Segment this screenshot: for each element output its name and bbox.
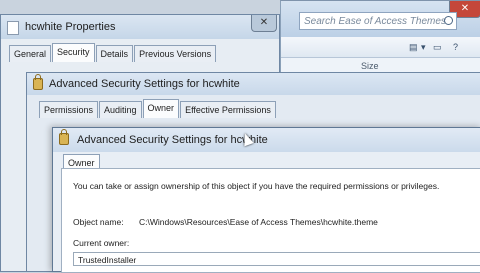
tab-effective-permissions[interactable]: Effective Permissions xyxy=(180,101,276,118)
tab-general[interactable]: General xyxy=(9,45,52,62)
search-icon xyxy=(444,16,453,25)
advanced-security-tabs: Permissions Auditing Owner Effective Per… xyxy=(39,99,277,120)
preview-pane-icon[interactable]: ▭ xyxy=(433,42,442,53)
ownership-description: You can take or assign ownership of this… xyxy=(73,181,440,191)
column-header-size[interactable]: Size xyxy=(361,61,379,71)
help-icon[interactable]: ? xyxy=(453,42,458,52)
properties-title: hcwhite Properties xyxy=(25,21,116,33)
object-name-label: Object name: xyxy=(73,217,124,227)
owner-dialog-titlebar: Advanced Security Settings for hcwhite xyxy=(53,128,480,152)
properties-tabs: General Security Details Previous Versio… xyxy=(9,43,217,64)
object-name-value: C:\Windows\Resources\Ease of Access Them… xyxy=(139,217,378,227)
file-icon xyxy=(7,21,19,35)
search-input[interactable]: Search Ease of Access Themes xyxy=(299,12,457,30)
tab-permissions[interactable]: Permissions xyxy=(39,101,99,118)
tab-previous-versions[interactable]: Previous Versions xyxy=(134,45,217,62)
lock-icon xyxy=(33,74,43,90)
tab-owner[interactable]: Owner xyxy=(142,99,180,118)
advanced-security-titlebar: Advanced Security Settings for hcwhite xyxy=(27,73,480,95)
close-icon[interactable]: ✕ xyxy=(251,15,277,32)
search-placeholder: Search Ease of Access Themes xyxy=(304,16,446,27)
current-owner-label: Current owner: xyxy=(73,238,130,248)
explorer-toolbar: ▤ ▾ ▭ ? xyxy=(281,37,480,58)
owner-dialog-title: Advanced Security Settings for hcwhite xyxy=(77,134,268,146)
advanced-security-title: Advanced Security Settings for hcwhite xyxy=(49,78,240,90)
chevron-down-icon[interactable]: ▾ xyxy=(421,42,426,53)
tab-security[interactable]: Security xyxy=(52,43,95,62)
tab-details[interactable]: Details xyxy=(95,45,134,62)
owner-dialog: Advanced Security Settings for hcwhite O… xyxy=(52,127,480,273)
tab-auditing[interactable]: Auditing xyxy=(99,101,142,118)
lock-icon xyxy=(59,129,69,145)
properties-titlebar: hcwhite Properties xyxy=(1,15,279,39)
view-icon[interactable]: ▤ xyxy=(409,42,418,53)
current-owner-field[interactable]: TrustedInstaller xyxy=(73,252,480,266)
